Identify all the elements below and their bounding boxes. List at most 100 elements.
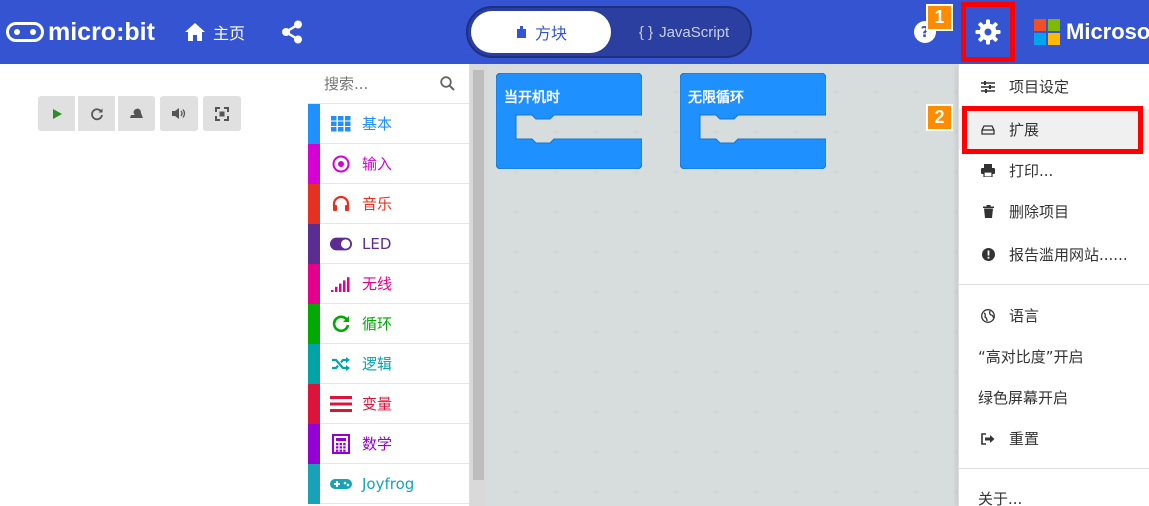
fullscreen-icon (215, 106, 229, 121)
menu-item-label: 重置 (1009, 430, 1040, 448)
simulator-toolbar (38, 96, 241, 131)
trash-icon (980, 205, 996, 218)
on-start-block[interactable]: 当开机时 (495, 72, 643, 170)
category-label: 基本 (362, 115, 393, 133)
category-color-bar (308, 143, 320, 184)
category-label: 输入 (362, 155, 393, 173)
menu-item-label: 报告滥用网站...... (1009, 246, 1128, 264)
restart-button[interactable] (78, 96, 115, 131)
blocks-tab-label: 方块 (534, 24, 567, 43)
category-0[interactable]: 基本 (308, 103, 469, 144)
play-icon (52, 108, 62, 119)
settings-button[interactable] (961, 2, 1015, 62)
calculator-icon (330, 433, 352, 455)
home-button[interactable]: 主页 (184, 20, 245, 44)
extensions-highlight (962, 106, 1143, 154)
category-8[interactable]: 数学 (308, 423, 469, 464)
menu-item-label: 项目设定 (1009, 78, 1070, 96)
category-color-bar (308, 263, 320, 304)
menu-divider (959, 468, 1149, 469)
menu-item-print[interactable]: 打印... (959, 150, 1149, 191)
logo-text: micro:bit (48, 17, 155, 46)
menu-item-delete-project[interactable]: 删除项目 (959, 191, 1149, 232)
category-3[interactable]: LED (308, 223, 469, 264)
microsoft-brand-text: Microsoft (1066, 19, 1149, 44)
mute-button[interactable] (160, 96, 198, 131)
alert-icon (980, 248, 996, 261)
category-label: 逻辑 (362, 355, 393, 373)
forever-label: 无限循环 (688, 90, 744, 106)
toolbox-search (308, 64, 469, 104)
category-list: 基本输入音乐 LED 无线循环逻辑变量数学 Joyfrog (308, 103, 469, 504)
category-color-bar (308, 423, 320, 464)
restart-icon (90, 107, 103, 120)
menu-item-about[interactable]: 关于... (959, 478, 1149, 506)
gamepad-icon (330, 473, 352, 495)
volume-icon (172, 108, 186, 119)
grid-icon (330, 113, 352, 135)
category-5[interactable]: 循环 (308, 303, 469, 344)
shuffle-icon (330, 353, 352, 375)
menu-item-label: 绿色屏幕开启 (978, 389, 1069, 407)
menu-item-project-settings[interactable]: 项目设定 (959, 66, 1149, 107)
blocks-tab[interactable]: 方块 (471, 11, 611, 53)
menu-item-label: 打印... (1009, 162, 1054, 180)
search-input[interactable] (324, 74, 434, 93)
category-color-bar (308, 383, 320, 424)
category-1[interactable]: 输入 (308, 143, 469, 184)
microbit-logo[interactable]: micro:bit (6, 16, 155, 48)
javascript-tab[interactable]: { } JavaScript (620, 11, 748, 53)
step-2-badge: 2 (926, 104, 953, 131)
menu-item-report-abuse[interactable]: 报告滥用网站...... (959, 234, 1149, 275)
puzzle-icon (516, 26, 526, 38)
snail-icon (130, 108, 143, 118)
globe-icon (980, 308, 996, 323)
microsoft-logo[interactable]: Microsoft (1034, 19, 1149, 45)
category-color-bar (308, 183, 320, 224)
gear-icon (975, 19, 1001, 45)
category-label: 音乐 (362, 195, 393, 213)
category-label: LED (362, 234, 392, 253)
microbit-logo-icon (6, 22, 44, 42)
home-icon (185, 23, 205, 41)
category-4[interactable]: 无线 (308, 263, 469, 304)
play-button[interactable] (38, 96, 75, 131)
category-9[interactable]: Joyfrog (308, 463, 469, 504)
share-icon (282, 20, 302, 44)
share-button[interactable] (281, 20, 303, 48)
category-label: 变量 (362, 395, 393, 413)
menu-item-high-contrast[interactable]: “高对比度”开启 (959, 336, 1149, 377)
scrollbar-thumb[interactable] (473, 70, 484, 480)
menu-divider (959, 284, 1149, 285)
category-color-bar (308, 303, 320, 344)
slow-motion-button[interactable] (118, 96, 155, 131)
list-icon (330, 393, 352, 415)
signout-icon (980, 432, 996, 445)
menu-item-label: 语言 (1009, 307, 1040, 325)
menu-item-language[interactable]: 语言 (959, 295, 1149, 336)
fullscreen-button[interactable] (203, 96, 241, 131)
category-7[interactable]: 变量 (308, 383, 469, 424)
step-1-badge: 1 (926, 4, 953, 31)
sliders-icon (980, 80, 996, 93)
category-label: 循环 (362, 315, 393, 333)
category-label: 数学 (362, 435, 393, 453)
toggle-icon (330, 233, 352, 255)
category-2[interactable]: 音乐 (308, 183, 469, 224)
simulator-panel (0, 64, 308, 506)
menu-item-reset[interactable]: 重置 (959, 418, 1149, 459)
menu-item-green-screen[interactable]: 绿色屏幕开启 (959, 377, 1149, 418)
category-label: Joyfrog (362, 474, 415, 493)
target-icon (330, 153, 352, 175)
search-icon[interactable] (440, 76, 455, 91)
category-6[interactable]: 逻辑 (308, 343, 469, 384)
top-bar: micro:bit 主页 方块 { } JavaScript ? Microso (0, 0, 1149, 64)
menu-item-label: 关于... (978, 490, 1023, 506)
signal-icon (330, 273, 352, 295)
blocks-workspace[interactable]: 当开机时 无限循环 (487, 64, 958, 506)
toolbox-scrollbar[interactable] (470, 64, 487, 506)
print-icon (980, 164, 996, 177)
forever-block[interactable]: 无限循环 (679, 72, 827, 170)
toolbox: 基本输入音乐 LED 无线循环逻辑变量数学 Joyfrog (308, 64, 470, 506)
microsoft-logo-icon (1034, 19, 1060, 45)
